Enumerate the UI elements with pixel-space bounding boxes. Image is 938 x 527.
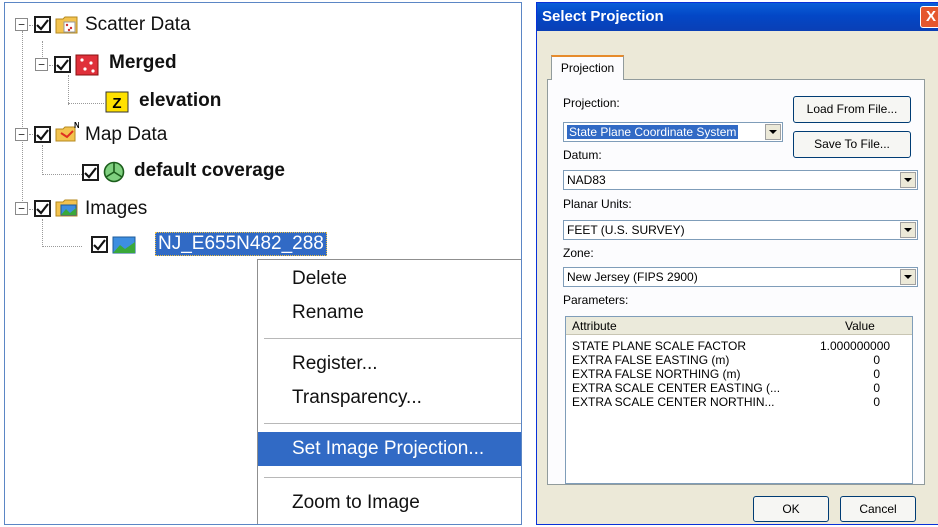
tree-label-image-item[interactable]: NJ_E655N482_288 [155, 232, 327, 256]
tree-connector [42, 145, 43, 175]
menu-item-zoom-to-image[interactable]: Zoom to Image [258, 486, 521, 520]
tree-connector [42, 219, 43, 247]
tree-label-merged[interactable]: Merged [109, 52, 177, 74]
param-attribute: EXTRA SCALE CENTER EASTING (... [572, 381, 781, 395]
tree-connector [42, 174, 82, 175]
tab-projection[interactable]: Projection [551, 55, 624, 80]
param-attribute: EXTRA SCALE CENTER NORTHIN... [572, 395, 775, 409]
menu-separator [264, 423, 521, 424]
close-button[interactable]: X [920, 6, 938, 28]
menu-item-label: Rename [292, 302, 364, 323]
menu-item-label: Set Image Projection... [292, 438, 485, 459]
project-explorer-tree: − Scatter Data − Merged Z elevation − N … [4, 2, 522, 525]
checkbox-default-coverage[interactable] [82, 164, 99, 181]
scatter-folder-icon [55, 16, 78, 34]
table-row[interactable]: EXTRA FALSE EASTING (m) 0 [566, 353, 912, 367]
menu-item-register[interactable]: Register... [258, 347, 521, 381]
checkbox-image-item[interactable] [91, 236, 108, 253]
zone-label: Zone: [563, 246, 594, 260]
coverage-icon [103, 161, 125, 183]
zone-combo[interactable]: New Jersey (FIPS 2900) [563, 267, 918, 287]
cancel-button[interactable]: Cancel [840, 496, 916, 522]
param-attribute: EXTRA FALSE EASTING (m) [572, 353, 730, 367]
select-projection-dialog: Select Projection X Projection: State Pl… [536, 2, 938, 525]
planar-units-combo[interactable]: FEET (U.S. SURVEY) [563, 220, 918, 240]
z-dataset-icon: Z [105, 91, 129, 113]
param-value: 1.000000000 [820, 339, 891, 353]
checkbox-scatter-data[interactable] [34, 16, 51, 33]
dropdown-arrow-icon[interactable] [900, 269, 916, 285]
svg-text:Z: Z [112, 95, 121, 112]
scatter-set-icon [75, 54, 99, 76]
dialog-titlebar[interactable]: Select Projection X [537, 3, 938, 31]
dialog-button-bar: OK Cancel [537, 487, 938, 524]
param-value: 0 [873, 353, 880, 367]
menu-item-label: Register... [292, 353, 378, 374]
images-folder-icon [55, 199, 78, 217]
projection-combo[interactable]: State Plane Coordinate System [563, 122, 783, 142]
datum-label: Datum: [563, 148, 602, 162]
tree-connector [68, 75, 69, 105]
parameters-table-header: Attribute Value [566, 317, 912, 335]
checkbox-merged[interactable] [54, 56, 71, 73]
menu-separator [264, 477, 521, 478]
table-row[interactable]: EXTRA SCALE CENTER NORTHIN... 0 [566, 395, 912, 409]
dialog-title: Select Projection [542, 8, 664, 25]
expander-scatter-data[interactable]: − [15, 18, 28, 31]
expander-merged[interactable]: − [35, 58, 48, 71]
expander-images[interactable]: − [15, 202, 28, 215]
table-row[interactable]: EXTRA FALSE NORTHING (m) 0 [566, 367, 912, 381]
svg-text:N: N [74, 121, 79, 130]
menu-separator [264, 338, 521, 339]
menu-item-label: Zoom to Image [292, 492, 420, 513]
column-header-value[interactable]: Value [845, 319, 875, 333]
planar-units-combo-value: FEET (U.S. SURVEY) [567, 223, 685, 237]
tree-label-elevation[interactable]: elevation [139, 90, 221, 112]
tree-connector [68, 103, 104, 104]
ok-button[interactable]: OK [753, 496, 829, 522]
menu-item-label: Delete [292, 268, 347, 289]
zone-combo-value: New Jersey (FIPS 2900) [567, 270, 698, 284]
expander-map-data[interactable]: − [15, 128, 28, 141]
table-row[interactable]: STATE PLANE SCALE FACTOR 1.000000000 [566, 339, 912, 353]
param-value: 0 [873, 367, 880, 381]
load-from-file-button[interactable]: Load From File... [793, 96, 911, 123]
menu-item-label: Transparency... [292, 387, 422, 408]
checkbox-map-data[interactable] [34, 126, 51, 143]
menu-item-set-image-projection[interactable]: Set Image Projection... [258, 432, 521, 466]
tree-label-images[interactable]: Images [85, 198, 147, 220]
datum-combo-value: NAD83 [567, 173, 606, 187]
tree-label-map-data[interactable]: Map Data [85, 124, 167, 146]
param-value: 0 [873, 395, 880, 409]
dropdown-arrow-icon[interactable] [900, 222, 916, 238]
dropdown-arrow-icon[interactable] [900, 172, 916, 188]
param-attribute: EXTRA FALSE NORTHING (m) [572, 367, 741, 381]
planar-units-label: Planar Units: [563, 197, 632, 211]
parameters-table[interactable]: Attribute Value STATE PLANE SCALE FACTOR… [565, 316, 913, 484]
map-folder-icon: N [55, 121, 79, 142]
menu-item-rename[interactable]: Rename [258, 296, 521, 330]
tree-connector [42, 246, 82, 247]
dropdown-arrow-icon[interactable] [765, 124, 781, 140]
image-icon [112, 236, 136, 254]
param-value: 0 [873, 381, 880, 395]
table-row[interactable]: EXTRA SCALE CENTER EASTING (... 0 [566, 381, 912, 395]
menu-item-delete[interactable]: Delete [258, 262, 521, 296]
projection-label: Projection: [563, 96, 620, 110]
tree-label-scatter-data[interactable]: Scatter Data [85, 14, 191, 36]
tree-label-default-coverage[interactable]: default coverage [134, 160, 285, 182]
parameters-label: Parameters: [563, 293, 629, 307]
save-to-file-button[interactable]: Save To File... [793, 131, 911, 158]
datum-combo[interactable]: NAD83 [563, 170, 918, 190]
context-menu: Delete Rename Register... Transparency..… [257, 259, 521, 524]
projection-combo-value: State Plane Coordinate System [567, 125, 739, 139]
tree-connector [22, 31, 23, 211]
column-header-attribute[interactable]: Attribute [572, 319, 617, 333]
param-attribute: STATE PLANE SCALE FACTOR [572, 339, 747, 353]
checkbox-images[interactable] [34, 200, 51, 217]
menu-item-transparency[interactable]: Transparency... [258, 381, 521, 415]
